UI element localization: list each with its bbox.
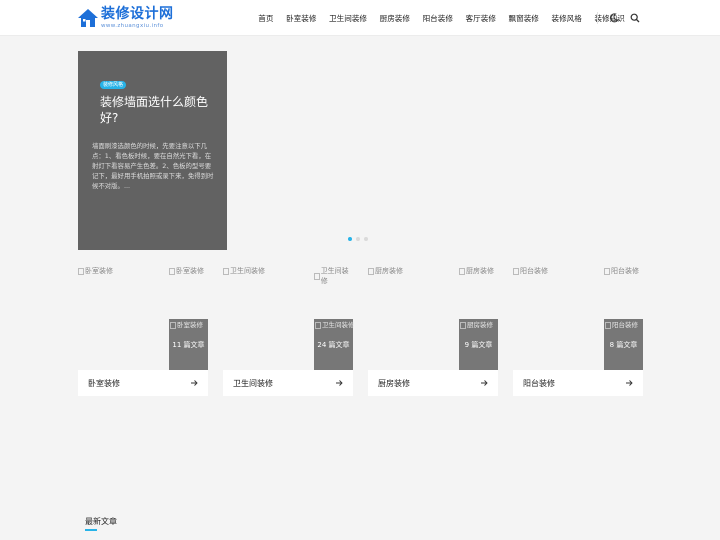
article-count-box: 阳台装修 8 篇文章	[604, 319, 643, 370]
broken-image-icon	[223, 267, 229, 275]
broken-image-icon	[368, 267, 374, 275]
broken-image-alt: 厨房装修	[460, 320, 493, 330]
nav-living-room[interactable]: 客厅装修	[459, 13, 502, 24]
category-card-bedroom[interactable]: 卧室装修 卧室装修 卧室装修 11 篇文章 卧室装修	[78, 264, 208, 396]
broken-image-icon	[459, 267, 465, 275]
moon-icon	[610, 13, 619, 23]
featured-slide[interactable]: 装修风格 装修墙面选什么颜色好? 墙面刷漆选颜色的时候，先要注意以下几点：1、看…	[78, 51, 227, 250]
nav-bedroom[interactable]: 卧室装修	[280, 13, 323, 24]
slider-dot-2[interactable]	[356, 237, 360, 241]
nav-balcony[interactable]: 阳台装修	[416, 13, 459, 24]
broken-image-alt: 卧室装修	[78, 266, 113, 276]
broken-image-icon	[513, 267, 519, 275]
arrow-right-icon	[481, 380, 488, 386]
category-image: 卧室装修 卧室装修 卧室装修 11 篇文章	[78, 264, 208, 370]
search-button[interactable]	[628, 11, 642, 25]
slider-dot-3[interactable]	[364, 237, 368, 241]
dark-mode-button[interactable]	[607, 11, 621, 25]
nav-bay-window[interactable]: 飘窗装修	[502, 13, 545, 24]
article-count-box: 卧室装修 11 篇文章	[169, 319, 208, 370]
main-nav: 首页 卧室装修 卫生间装修 厨房装修 阳台装修 客厅装修 飘窗装修 装修风格 装…	[252, 0, 631, 36]
broken-image-alt: 卫生间装修	[223, 266, 265, 276]
broken-image-icon	[314, 272, 320, 280]
category-image: 卫生间装修 卫生间装修 卫生间装修 24 篇文章	[223, 264, 355, 370]
slide-excerpt: 墙面刷漆选颜色的时候，先要注意以下几点：1、看色板时候，要在自然光下看，在射灯下…	[92, 142, 214, 190]
category-link[interactable]: 卫生间装修	[223, 370, 353, 396]
broken-image-icon	[605, 321, 611, 329]
broken-image-icon	[169, 267, 175, 275]
category-link[interactable]: 卧室装修	[78, 370, 208, 396]
category-link[interactable]: 阳台装修	[513, 370, 643, 396]
broken-image-alt: 卫生间装修	[315, 320, 355, 330]
category-image: 厨房装修 厨房装修 厨房装修 9 篇文章	[368, 264, 498, 370]
broken-image-alt: 阳台装修	[604, 266, 643, 276]
article-count-box: 卫生间装修 24 篇文章	[314, 319, 355, 370]
broken-image-icon	[604, 267, 610, 275]
site-logo[interactable]: 装修设计网 www.zhuangxiu.info	[77, 6, 174, 32]
nav-home[interactable]: 首页	[252, 13, 280, 24]
category-image: 阳台装修 阳台装修 阳台装修 8 篇文章	[513, 264, 643, 370]
article-count: 24 篇文章	[317, 341, 350, 349]
arrow-right-icon	[336, 380, 343, 386]
broken-image-icon	[78, 267, 84, 275]
broken-image-alt: 厨房装修	[368, 266, 403, 276]
arrow-right-icon	[191, 380, 198, 386]
arrow-right-icon	[626, 380, 633, 386]
broken-image-icon	[170, 321, 176, 329]
category-card-balcony[interactable]: 阳台装修 阳台装修 阳台装修 8 篇文章 阳台装修	[513, 264, 643, 396]
broken-image-alt: 卧室装修	[170, 320, 203, 330]
nav-kitchen[interactable]: 厨房装修	[373, 13, 416, 24]
article-count: 9 篇文章	[464, 341, 493, 349]
site-header: 装修设计网 www.zhuangxiu.info 首页 卧室装修 卫生间装修 厨…	[0, 0, 720, 36]
category-link[interactable]: 厨房装修	[368, 370, 498, 396]
category-name: 卫生间装修	[233, 378, 273, 388]
broken-image-alt: 厨房装修	[459, 266, 498, 276]
section-title-underline	[85, 529, 97, 531]
slider-pagination	[348, 237, 368, 241]
category-name: 卧室装修	[88, 378, 120, 388]
logo-subtitle: www.zhuangxiu.info	[101, 23, 164, 29]
category-card-bathroom[interactable]: 卫生间装修 卫生间装修 卫生间装修 24 篇文章 卫生间装修	[223, 264, 355, 396]
broken-image-alt: 卫生间装修	[314, 266, 353, 286]
category-card-kitchen[interactable]: 厨房装修 厨房装修 厨房装修 9 篇文章 厨房装修	[368, 264, 498, 396]
nav-styles[interactable]: 装修风格	[545, 13, 588, 24]
broken-image-alt: 卧室装修	[169, 266, 208, 276]
category-name: 阳台装修	[523, 378, 555, 388]
broken-image-icon	[315, 321, 321, 329]
broken-image-icon	[460, 321, 466, 329]
nav-bathroom[interactable]: 卫生间装修	[323, 13, 374, 24]
broken-image-alt: 阳台装修	[605, 320, 638, 330]
article-count: 8 篇文章	[609, 341, 638, 349]
section-title-latest: 最新文章	[85, 517, 117, 526]
slider-dot-1[interactable]	[348, 237, 352, 241]
slide-category-tag[interactable]: 装修风格	[100, 81, 127, 89]
broken-image-alt: 阳台装修	[513, 266, 548, 276]
search-icon	[630, 13, 640, 23]
slide-title[interactable]: 装修墙面选什么颜色好?	[100, 94, 215, 126]
article-count-box: 厨房装修 9 篇文章	[459, 319, 498, 370]
house-icon	[78, 9, 98, 27]
category-name: 厨房装修	[378, 378, 410, 388]
nav-divider	[597, 12, 598, 24]
article-count: 11 篇文章	[172, 341, 205, 349]
logo-title: 装修设计网	[101, 6, 174, 22]
